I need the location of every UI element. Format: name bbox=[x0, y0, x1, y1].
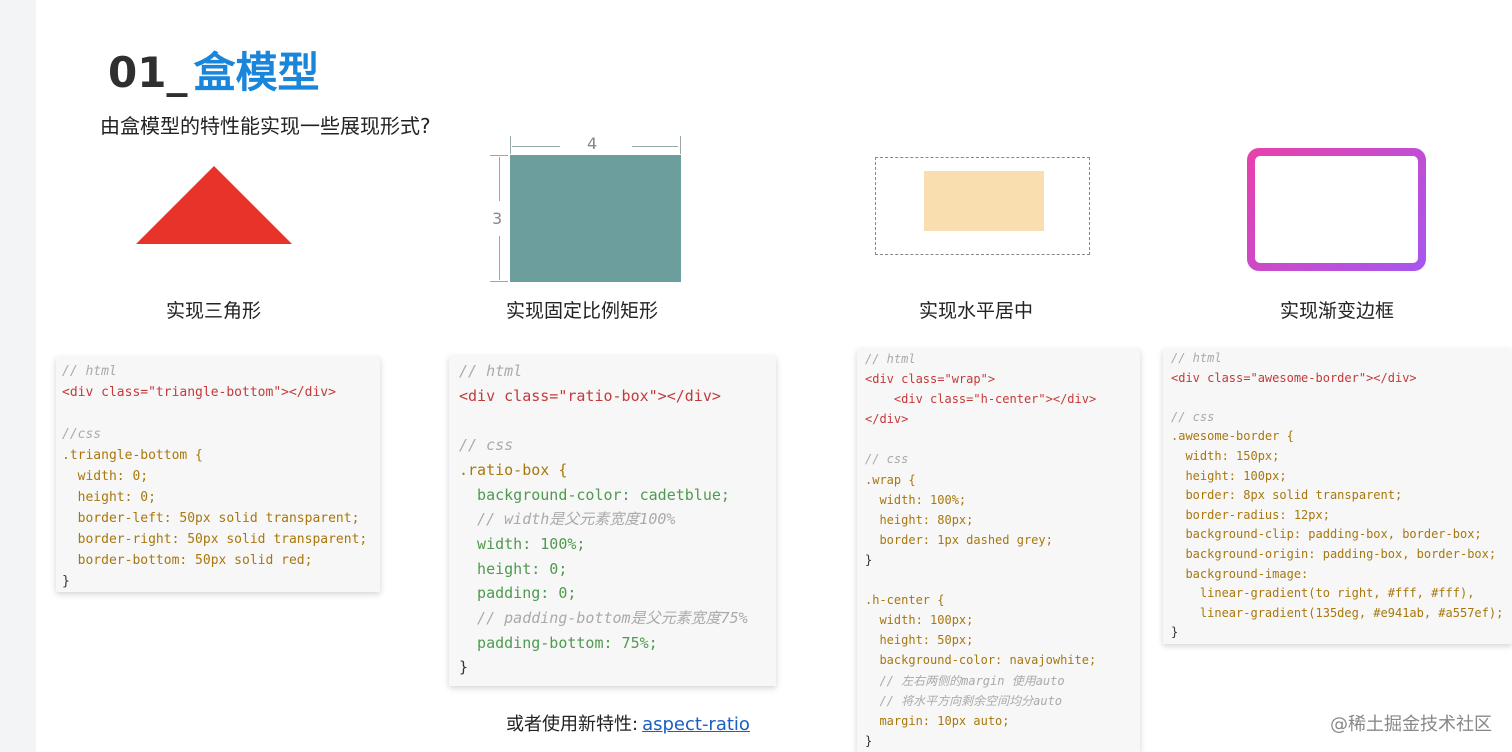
aspect-prefix: 或者使用新特性: bbox=[506, 714, 639, 735]
code-block-ratio: // html <div class="ratio-box"></div> // … bbox=[449, 356, 776, 686]
caption-ratio: 实现固定比例矩形 bbox=[506, 300, 659, 322]
code-line: width: 0; bbox=[62, 469, 149, 484]
code-line: background-color: navajowhite; bbox=[865, 653, 1097, 668]
code-line: height: 0; bbox=[62, 490, 156, 505]
code-line: width: 150px; bbox=[1171, 448, 1280, 463]
code-line: background-origin: padding-box, border-b… bbox=[1171, 546, 1497, 561]
code-line: <div class="ratio-box"></div> bbox=[459, 386, 721, 405]
dim-line-height-top bbox=[499, 157, 500, 201]
code-line: // width是父元素宽度100% bbox=[459, 510, 676, 529]
code-line: border-right: 50px solid transparent; bbox=[62, 532, 368, 547]
code-line: </div> bbox=[865, 412, 909, 427]
code-line: .wrap { bbox=[865, 472, 916, 487]
gradient-border-inner bbox=[1255, 156, 1418, 263]
code-line: border-radius: 12px; bbox=[1171, 507, 1330, 522]
code-line: } bbox=[62, 574, 70, 589]
title-text: 盒模型 bbox=[193, 48, 320, 97]
aspect-ratio-link[interactable]: aspect-ratio bbox=[642, 714, 750, 735]
caption-triangle: 实现三角形 bbox=[166, 300, 262, 322]
code-line: border: 8px solid transparent; bbox=[1171, 488, 1403, 503]
code-line: // css bbox=[865, 452, 909, 467]
code-line: background-image: bbox=[1171, 566, 1309, 581]
code-line: } bbox=[865, 733, 873, 748]
dim-tick-bottom bbox=[490, 281, 508, 282]
code-line: width: 100%; bbox=[865, 492, 967, 507]
gradient-border-demo bbox=[1247, 148, 1426, 271]
code-line: border-left: 50px solid transparent; bbox=[62, 511, 360, 526]
code-line: } bbox=[459, 658, 469, 677]
code-line: //css bbox=[62, 427, 102, 442]
dim-line-height-bottom bbox=[499, 236, 500, 280]
code-line: // html bbox=[62, 364, 117, 379]
code-block-triangle: // html <div class="triangle-bottom"></di… bbox=[56, 357, 380, 592]
dim-tick-top bbox=[490, 155, 508, 156]
code-line: <div class="awesome-border"></div> bbox=[1171, 370, 1417, 385]
width-label: 4 bbox=[587, 134, 598, 153]
code-block-gradient: // html <div class="awesome-border"></div… bbox=[1163, 349, 1512, 644]
code-line: // html bbox=[865, 352, 916, 366]
code-line: // html bbox=[1171, 351, 1222, 365]
code-line: width: 100px; bbox=[865, 613, 974, 628]
code-line: padding-bottom: 75%; bbox=[459, 633, 658, 652]
code-line: } bbox=[1171, 625, 1179, 640]
code-line: .awesome-border { bbox=[1171, 429, 1294, 444]
dim-line-width-right bbox=[632, 146, 678, 147]
height-label: 3 bbox=[492, 209, 503, 228]
aspect-ratio-note: 或者使用新特性: aspect-ratio bbox=[506, 710, 750, 736]
subtitle: 由盒模型的特性能实现一些展现形式? bbox=[100, 114, 431, 138]
page-title: 01_ 盒模型 bbox=[108, 48, 319, 98]
dim-line-width-left bbox=[512, 146, 560, 147]
code-line: height: 50px; bbox=[865, 633, 974, 648]
caption-center: 实现水平居中 bbox=[919, 300, 1034, 322]
code-line: // css bbox=[459, 436, 514, 455]
ratio-rect-demo bbox=[510, 155, 681, 282]
code-line: <div class="h-center"></div> bbox=[865, 392, 1097, 407]
code-line: <div class="triangle-bottom"></div> bbox=[62, 385, 336, 400]
code-line: // html bbox=[459, 362, 523, 380]
code-line: .h-center { bbox=[865, 593, 945, 608]
code-line: linear-gradient(to right, #fff, #fff), bbox=[1171, 586, 1475, 601]
code-line: padding: 0; bbox=[459, 584, 577, 603]
h-center-demo bbox=[924, 171, 1044, 231]
code-line: // 左右两侧的margin 使用auto bbox=[865, 673, 1065, 688]
code-line: linear-gradient(135deg, #e941ab, #a557ef… bbox=[1171, 605, 1504, 620]
caption-gradient: 实现渐变边框 bbox=[1280, 300, 1395, 322]
code-line: height: 80px; bbox=[865, 512, 974, 527]
code-line: .ratio-box { bbox=[459, 460, 568, 479]
title-number: 01_ bbox=[108, 48, 188, 97]
footer-watermark: @稀土掘金技术社区 bbox=[1330, 714, 1492, 735]
code-line: // padding-bottom是父元素宽度75% bbox=[459, 609, 748, 628]
dim-tick-left bbox=[510, 136, 511, 154]
code-line: <div class="wrap"> bbox=[865, 372, 996, 387]
code-line: margin: 10px auto; bbox=[865, 713, 1010, 728]
code-line: border: 1px dashed grey; bbox=[865, 532, 1053, 547]
code-line: width: 100%; bbox=[459, 534, 586, 553]
code-line: } bbox=[865, 552, 873, 567]
code-line: // css bbox=[1171, 409, 1215, 424]
code-line: background-clip: padding-box, border-box… bbox=[1171, 527, 1482, 542]
code-line: border-bottom: 50px solid red; bbox=[62, 553, 313, 568]
code-line: background-color: cadetblue; bbox=[459, 485, 730, 504]
left-margin-bar bbox=[0, 0, 36, 752]
dim-tick-right bbox=[680, 136, 681, 154]
code-line: // 将水平方向剩余空间均分auto bbox=[865, 693, 1063, 708]
code-block-center: // html <div class="wrap"> <div class="h-… bbox=[857, 349, 1140, 752]
code-line: .triangle-bottom { bbox=[62, 448, 203, 463]
code-line: height: 0; bbox=[459, 559, 568, 578]
code-line: height: 100px; bbox=[1171, 468, 1287, 483]
triangle-demo bbox=[136, 166, 292, 244]
